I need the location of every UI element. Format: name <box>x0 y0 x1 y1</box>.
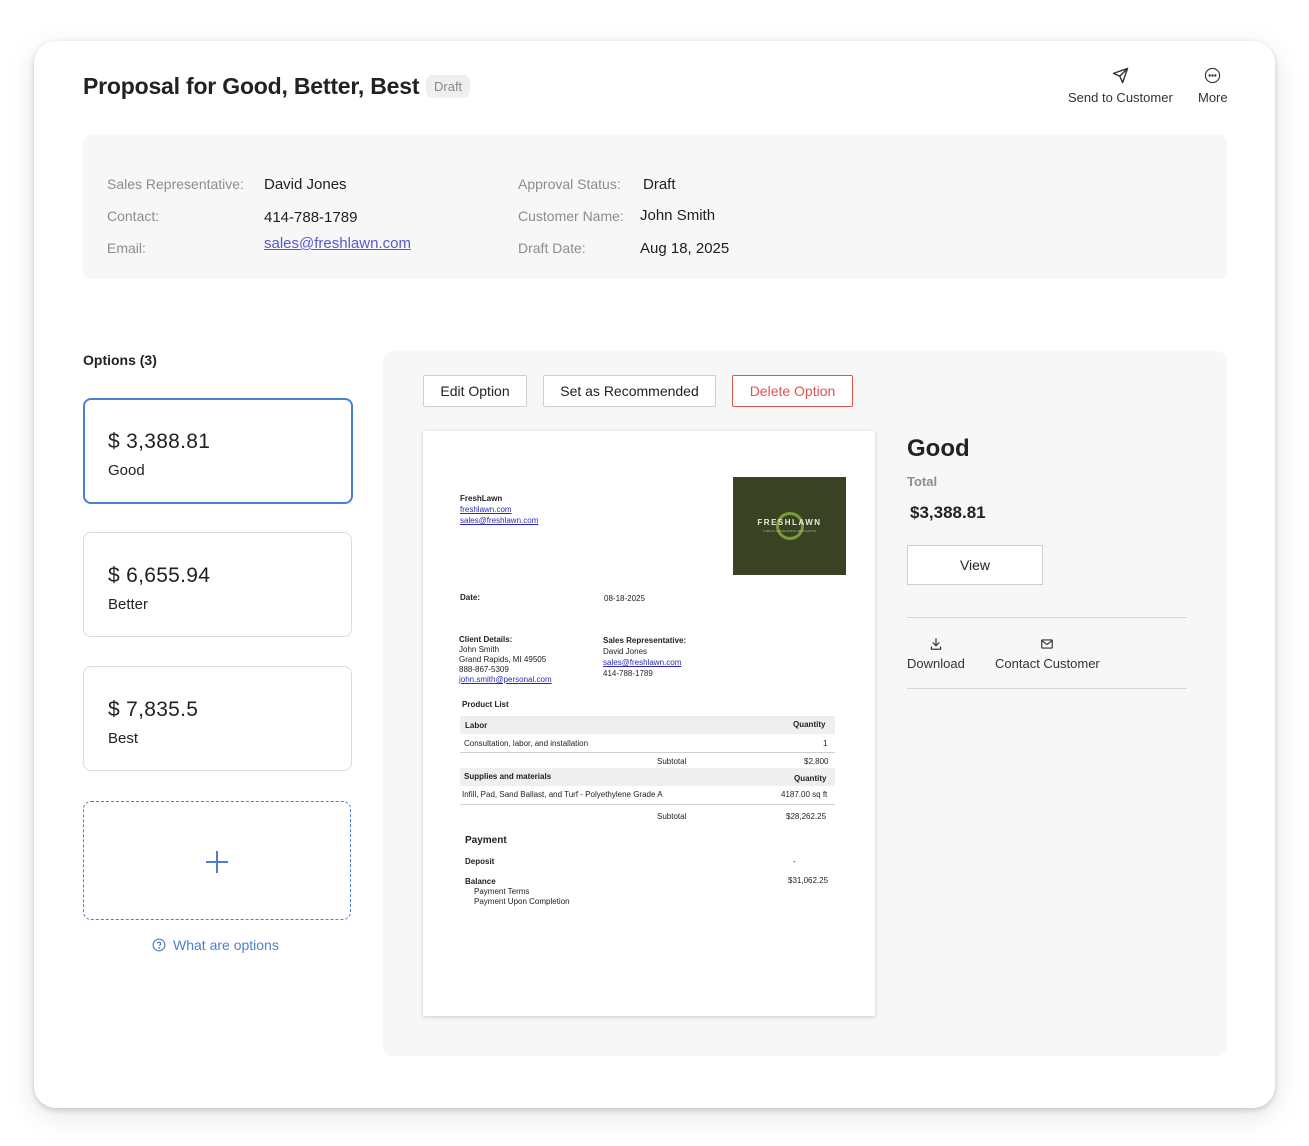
doc-client-phone: 888-867-5309 <box>459 665 509 674</box>
send-to-customer-label: Send to Customer <box>1068 90 1173 105</box>
doc-labor-subtotal: $2,800 <box>804 757 829 766</box>
doc-website: freshlawn.com <box>460 505 512 514</box>
doc-labor-header <box>460 716 835 734</box>
view-button[interactable]: View <box>907 545 1043 585</box>
proposal-info-panel: Sales Representative: David Jones Contac… <box>83 135 1227 279</box>
doc-balance: Balance <box>465 877 496 886</box>
add-option-button[interactable] <box>83 801 351 920</box>
logo-text: FRESHLAWN <box>757 518 822 527</box>
delete-option-button[interactable]: Delete Option <box>732 375 853 407</box>
doc-client-label: Client Details: <box>459 635 513 644</box>
what-are-options-label: What are options <box>173 937 279 953</box>
email-link[interactable]: sales@freshlawn.com <box>264 235 411 252</box>
more-icon <box>1205 67 1221 84</box>
approval-status-label: Approval Status: <box>518 176 621 192</box>
doc-rep-email: sales@freshlawn.com <box>603 658 682 667</box>
doc-deposit: Deposit <box>465 857 495 866</box>
doc-payment-upon-completion: Payment Upon Completion <box>474 897 570 906</box>
doc-rep-phone: 414-788-1789 <box>603 669 653 678</box>
sales-rep-value: David Jones <box>264 176 347 193</box>
proposal-document-preview[interactable]: FreshLawn freshlawn.com sales@freshlawn.… <box>423 431 875 1016</box>
divider <box>907 688 1187 689</box>
option-title: Good <box>907 435 970 462</box>
download-icon <box>930 638 942 650</box>
proposal-card: Proposal for Good, Better, Best Draft Se… <box>34 41 1275 1108</box>
total-value: $3,388.81 <box>910 503 986 522</box>
doc-labor-qty: 1 <box>823 739 828 748</box>
doc-labor-subtotal-label: Subtotal <box>657 757 687 766</box>
set-as-recommended-button[interactable]: Set as Recommended <box>543 375 716 407</box>
sales-rep-label: Sales Representative: <box>107 176 244 192</box>
options-title: Options (3) <box>83 352 157 368</box>
doc-balance-value: $31,062.25 <box>788 876 829 885</box>
doc-supplies-qty: 4187.00 sq ft <box>781 790 828 799</box>
doc-divider <box>460 752 835 753</box>
doc-date: 08-18-2025 <box>604 594 645 603</box>
doc-payment-terms: Payment Terms <box>474 887 530 896</box>
doc-rep-name: David Jones <box>603 647 648 656</box>
option-price: $ 6,655.94 <box>108 564 211 587</box>
doc-date-label: Date: <box>460 593 481 602</box>
plus-icon <box>206 851 228 873</box>
draft-date-label: Draft Date: <box>518 240 586 256</box>
doc-email: sales@freshlawn.com <box>460 516 539 525</box>
edit-option-button[interactable]: Edit Option <box>423 375 527 407</box>
option-price: $ 3,388.81 <box>108 430 211 453</box>
more-button[interactable]: More <box>1198 67 1228 105</box>
doc-supplies-quantity-header: Quantity <box>794 774 827 783</box>
status-badge: Draft <box>426 75 471 98</box>
doc-labor-item: Consultation, labor, and installation <box>464 739 589 748</box>
divider <box>907 617 1187 618</box>
option-name: Good <box>108 462 145 479</box>
option-name: Best <box>108 730 139 747</box>
send-icon <box>1112 67 1129 84</box>
doc-labor: Labor <box>465 721 488 730</box>
doc-product-list: Product List <box>462 700 509 709</box>
doc-company: FreshLawn <box>460 494 503 503</box>
doc-divider <box>460 804 835 805</box>
option-price: $ 7,835.5 <box>108 698 199 721</box>
email-label: Email: <box>107 240 146 256</box>
customer-name-label: Customer Name: <box>518 208 624 224</box>
doc-payment: Payment <box>465 835 507 846</box>
doc-supplies: Supplies and materials <box>464 772 552 781</box>
doc-supplies-subtotal-label: Subtotal <box>657 812 687 821</box>
doc-client-email: john.smith@personal.com <box>459 675 552 684</box>
customer-name-value: John Smith <box>640 207 716 224</box>
option-name: Better <box>108 596 149 613</box>
doc-rep-label: Sales Representative: <box>603 636 687 645</box>
approval-status-value: Draft <box>643 176 676 193</box>
logo-subtext: TURF & LANDSCAPING SPECIALISTS <box>762 529 817 533</box>
doc-supplies-subtotal: $28,262.25 <box>786 812 827 821</box>
doc-supplies-item: Infill, Pad, Sand Ballast, and Turf - Po… <box>462 790 663 799</box>
contact-label: Contact: <box>107 208 160 224</box>
total-label: Total <box>907 474 938 489</box>
option-card-good[interactable]: $ 3,388.81 Good <box>83 398 353 504</box>
draft-date-value: Aug 18, 2025 <box>640 240 730 257</box>
download-button[interactable]: Download <box>907 637 965 671</box>
doc-client-address: Grand Rapids, MI 49505 <box>459 655 547 664</box>
contact-customer-label: Contact Customer <box>995 656 1100 671</box>
contact-value: 414-788-1789 <box>264 209 358 226</box>
download-label: Download <box>907 656 965 671</box>
contact-customer-button[interactable]: Contact Customer <box>995 637 1100 671</box>
freshlawn-logo: FRESHLAWN TURF & LANDSCAPING SPECIALISTS <box>733 477 846 575</box>
option-card-better[interactable]: $ 6,655.94 Better <box>83 532 352 637</box>
help-icon <box>152 938 166 952</box>
doc-deposit-value: - <box>793 857 796 866</box>
what-are-options-link[interactable]: What are options <box>152 937 279 953</box>
option-detail-panel: Edit Option Set as Recommended Delete Op… <box>383 351 1227 1056</box>
send-to-customer-button[interactable]: Send to Customer <box>1068 67 1173 105</box>
doc-client-name: John Smith <box>459 645 500 654</box>
more-label: More <box>1198 90 1228 105</box>
doc-labor-quantity-header: Quantity <box>793 720 826 729</box>
page-title: Proposal for Good, Better, Best <box>83 73 420 99</box>
option-card-best[interactable]: $ 7,835.5 Best <box>83 666 352 771</box>
mail-icon <box>1041 639 1054 649</box>
